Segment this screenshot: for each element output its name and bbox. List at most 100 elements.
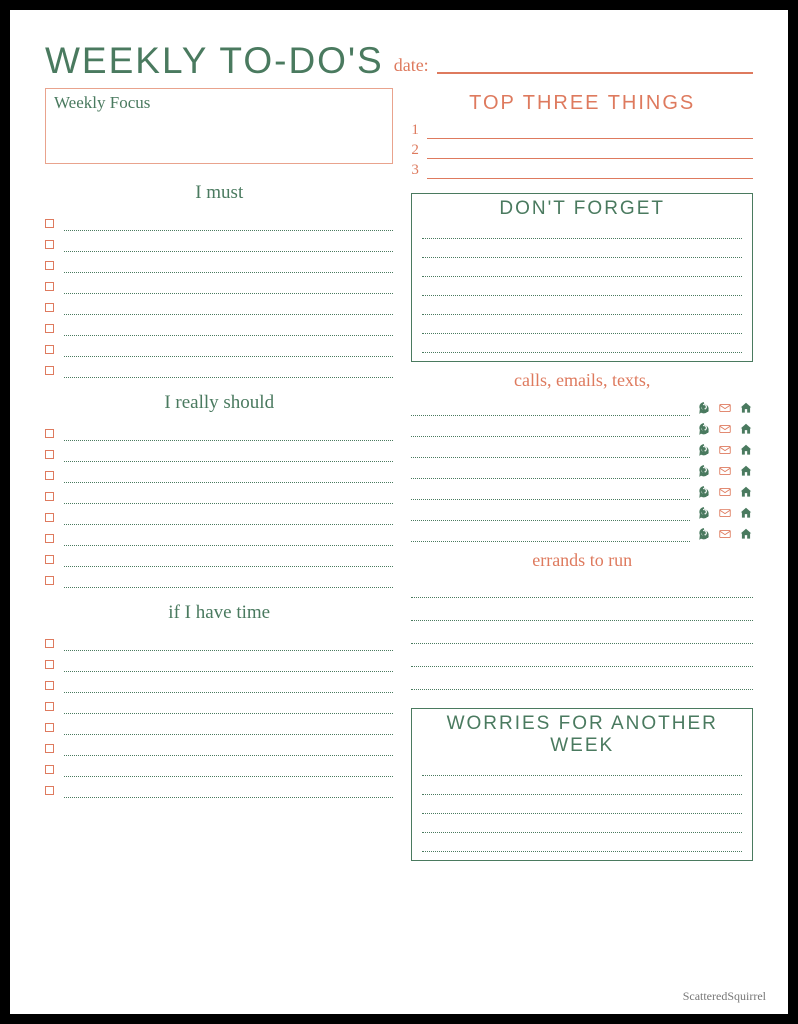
contact-row[interactable]	[411, 437, 753, 458]
write-line[interactable]	[411, 621, 753, 644]
write-line[interactable]	[427, 138, 753, 139]
checkbox[interactable]	[45, 366, 54, 375]
write-line[interactable]	[422, 814, 742, 833]
write-line[interactable]	[411, 541, 690, 542]
write-line[interactable]	[64, 797, 393, 798]
checklist-row[interactable]	[45, 231, 393, 252]
write-line[interactable]	[64, 251, 393, 252]
checkbox[interactable]	[45, 450, 54, 459]
write-line[interactable]	[64, 692, 393, 693]
write-line[interactable]	[411, 478, 690, 479]
write-line[interactable]	[411, 436, 690, 437]
write-line[interactable]	[64, 356, 393, 357]
write-line[interactable]	[64, 461, 393, 462]
write-line[interactable]	[64, 566, 393, 567]
checkbox[interactable]	[45, 660, 54, 669]
checkbox[interactable]	[45, 576, 54, 585]
checkbox[interactable]	[45, 240, 54, 249]
contact-row[interactable]	[411, 500, 753, 521]
dont-forget-lines[interactable]	[422, 220, 742, 353]
write-line[interactable]	[422, 220, 742, 239]
write-line[interactable]	[64, 335, 393, 336]
write-line[interactable]	[64, 713, 393, 714]
write-line[interactable]	[422, 776, 742, 795]
write-line[interactable]	[64, 440, 393, 441]
checkbox[interactable]	[45, 303, 54, 312]
write-line[interactable]	[422, 315, 742, 334]
write-line[interactable]	[64, 482, 393, 483]
contact-row[interactable]	[411, 395, 753, 416]
top-three-line[interactable]: 2	[411, 139, 753, 159]
write-line[interactable]	[411, 415, 690, 416]
checklist-row[interactable]	[45, 273, 393, 294]
checklist-row[interactable]	[45, 546, 393, 567]
checklist-row[interactable]	[45, 441, 393, 462]
write-line[interactable]	[422, 296, 742, 315]
write-line[interactable]	[422, 757, 742, 776]
checklist-row[interactable]	[45, 777, 393, 798]
checklist-row[interactable]	[45, 672, 393, 693]
checklist-row[interactable]	[45, 357, 393, 378]
checkbox[interactable]	[45, 219, 54, 228]
write-line[interactable]	[411, 499, 690, 500]
checklist-row[interactable]	[45, 567, 393, 588]
write-line[interactable]	[411, 520, 690, 521]
write-line[interactable]	[422, 277, 742, 296]
write-line[interactable]	[64, 293, 393, 294]
checklist-row[interactable]	[45, 252, 393, 273]
write-line[interactable]	[64, 776, 393, 777]
checkbox[interactable]	[45, 324, 54, 333]
write-line[interactable]	[427, 158, 753, 159]
errands-lines[interactable]	[411, 575, 753, 690]
top-three-line[interactable]: 3	[411, 159, 753, 179]
checkbox[interactable]	[45, 282, 54, 291]
checkbox[interactable]	[45, 639, 54, 648]
checklist-row[interactable]	[45, 210, 393, 231]
checkbox[interactable]	[45, 702, 54, 711]
checkbox[interactable]	[45, 471, 54, 480]
checkbox[interactable]	[45, 492, 54, 501]
checklist-row[interactable]	[45, 525, 393, 546]
checklist-row[interactable]	[45, 420, 393, 441]
write-line[interactable]	[64, 377, 393, 378]
date-input-line[interactable]	[437, 72, 753, 74]
write-line[interactable]	[411, 457, 690, 458]
write-line[interactable]	[64, 272, 393, 273]
checkbox[interactable]	[45, 744, 54, 753]
write-line[interactable]	[64, 734, 393, 735]
checklist-row[interactable]	[45, 504, 393, 525]
write-line[interactable]	[411, 598, 753, 621]
checkbox[interactable]	[45, 723, 54, 732]
write-line[interactable]	[64, 503, 393, 504]
weekly-focus-box[interactable]: Weekly Focus	[45, 88, 393, 164]
contact-row[interactable]	[411, 479, 753, 500]
top-three-line[interactable]: 1	[411, 119, 753, 139]
checklist-row[interactable]	[45, 756, 393, 777]
checklist-row[interactable]	[45, 630, 393, 651]
checkbox[interactable]	[45, 786, 54, 795]
checkbox[interactable]	[45, 555, 54, 564]
checklist-row[interactable]	[45, 336, 393, 357]
write-line[interactable]	[411, 575, 753, 598]
checklist-row[interactable]	[45, 714, 393, 735]
write-line[interactable]	[422, 258, 742, 277]
checkbox[interactable]	[45, 765, 54, 774]
checklist-row[interactable]	[45, 735, 393, 756]
checkbox[interactable]	[45, 429, 54, 438]
contact-row[interactable]	[411, 521, 753, 542]
checkbox[interactable]	[45, 681, 54, 690]
write-line[interactable]	[64, 650, 393, 651]
write-line[interactable]	[64, 755, 393, 756]
write-line[interactable]	[64, 545, 393, 546]
write-line[interactable]	[64, 671, 393, 672]
write-line[interactable]	[64, 524, 393, 525]
contact-row[interactable]	[411, 458, 753, 479]
checkbox[interactable]	[45, 345, 54, 354]
write-line[interactable]	[422, 833, 742, 852]
checklist-row[interactable]	[45, 483, 393, 504]
checkbox[interactable]	[45, 261, 54, 270]
write-line[interactable]	[64, 587, 393, 588]
write-line[interactable]	[422, 239, 742, 258]
checklist-row[interactable]	[45, 693, 393, 714]
checklist-row[interactable]	[45, 462, 393, 483]
